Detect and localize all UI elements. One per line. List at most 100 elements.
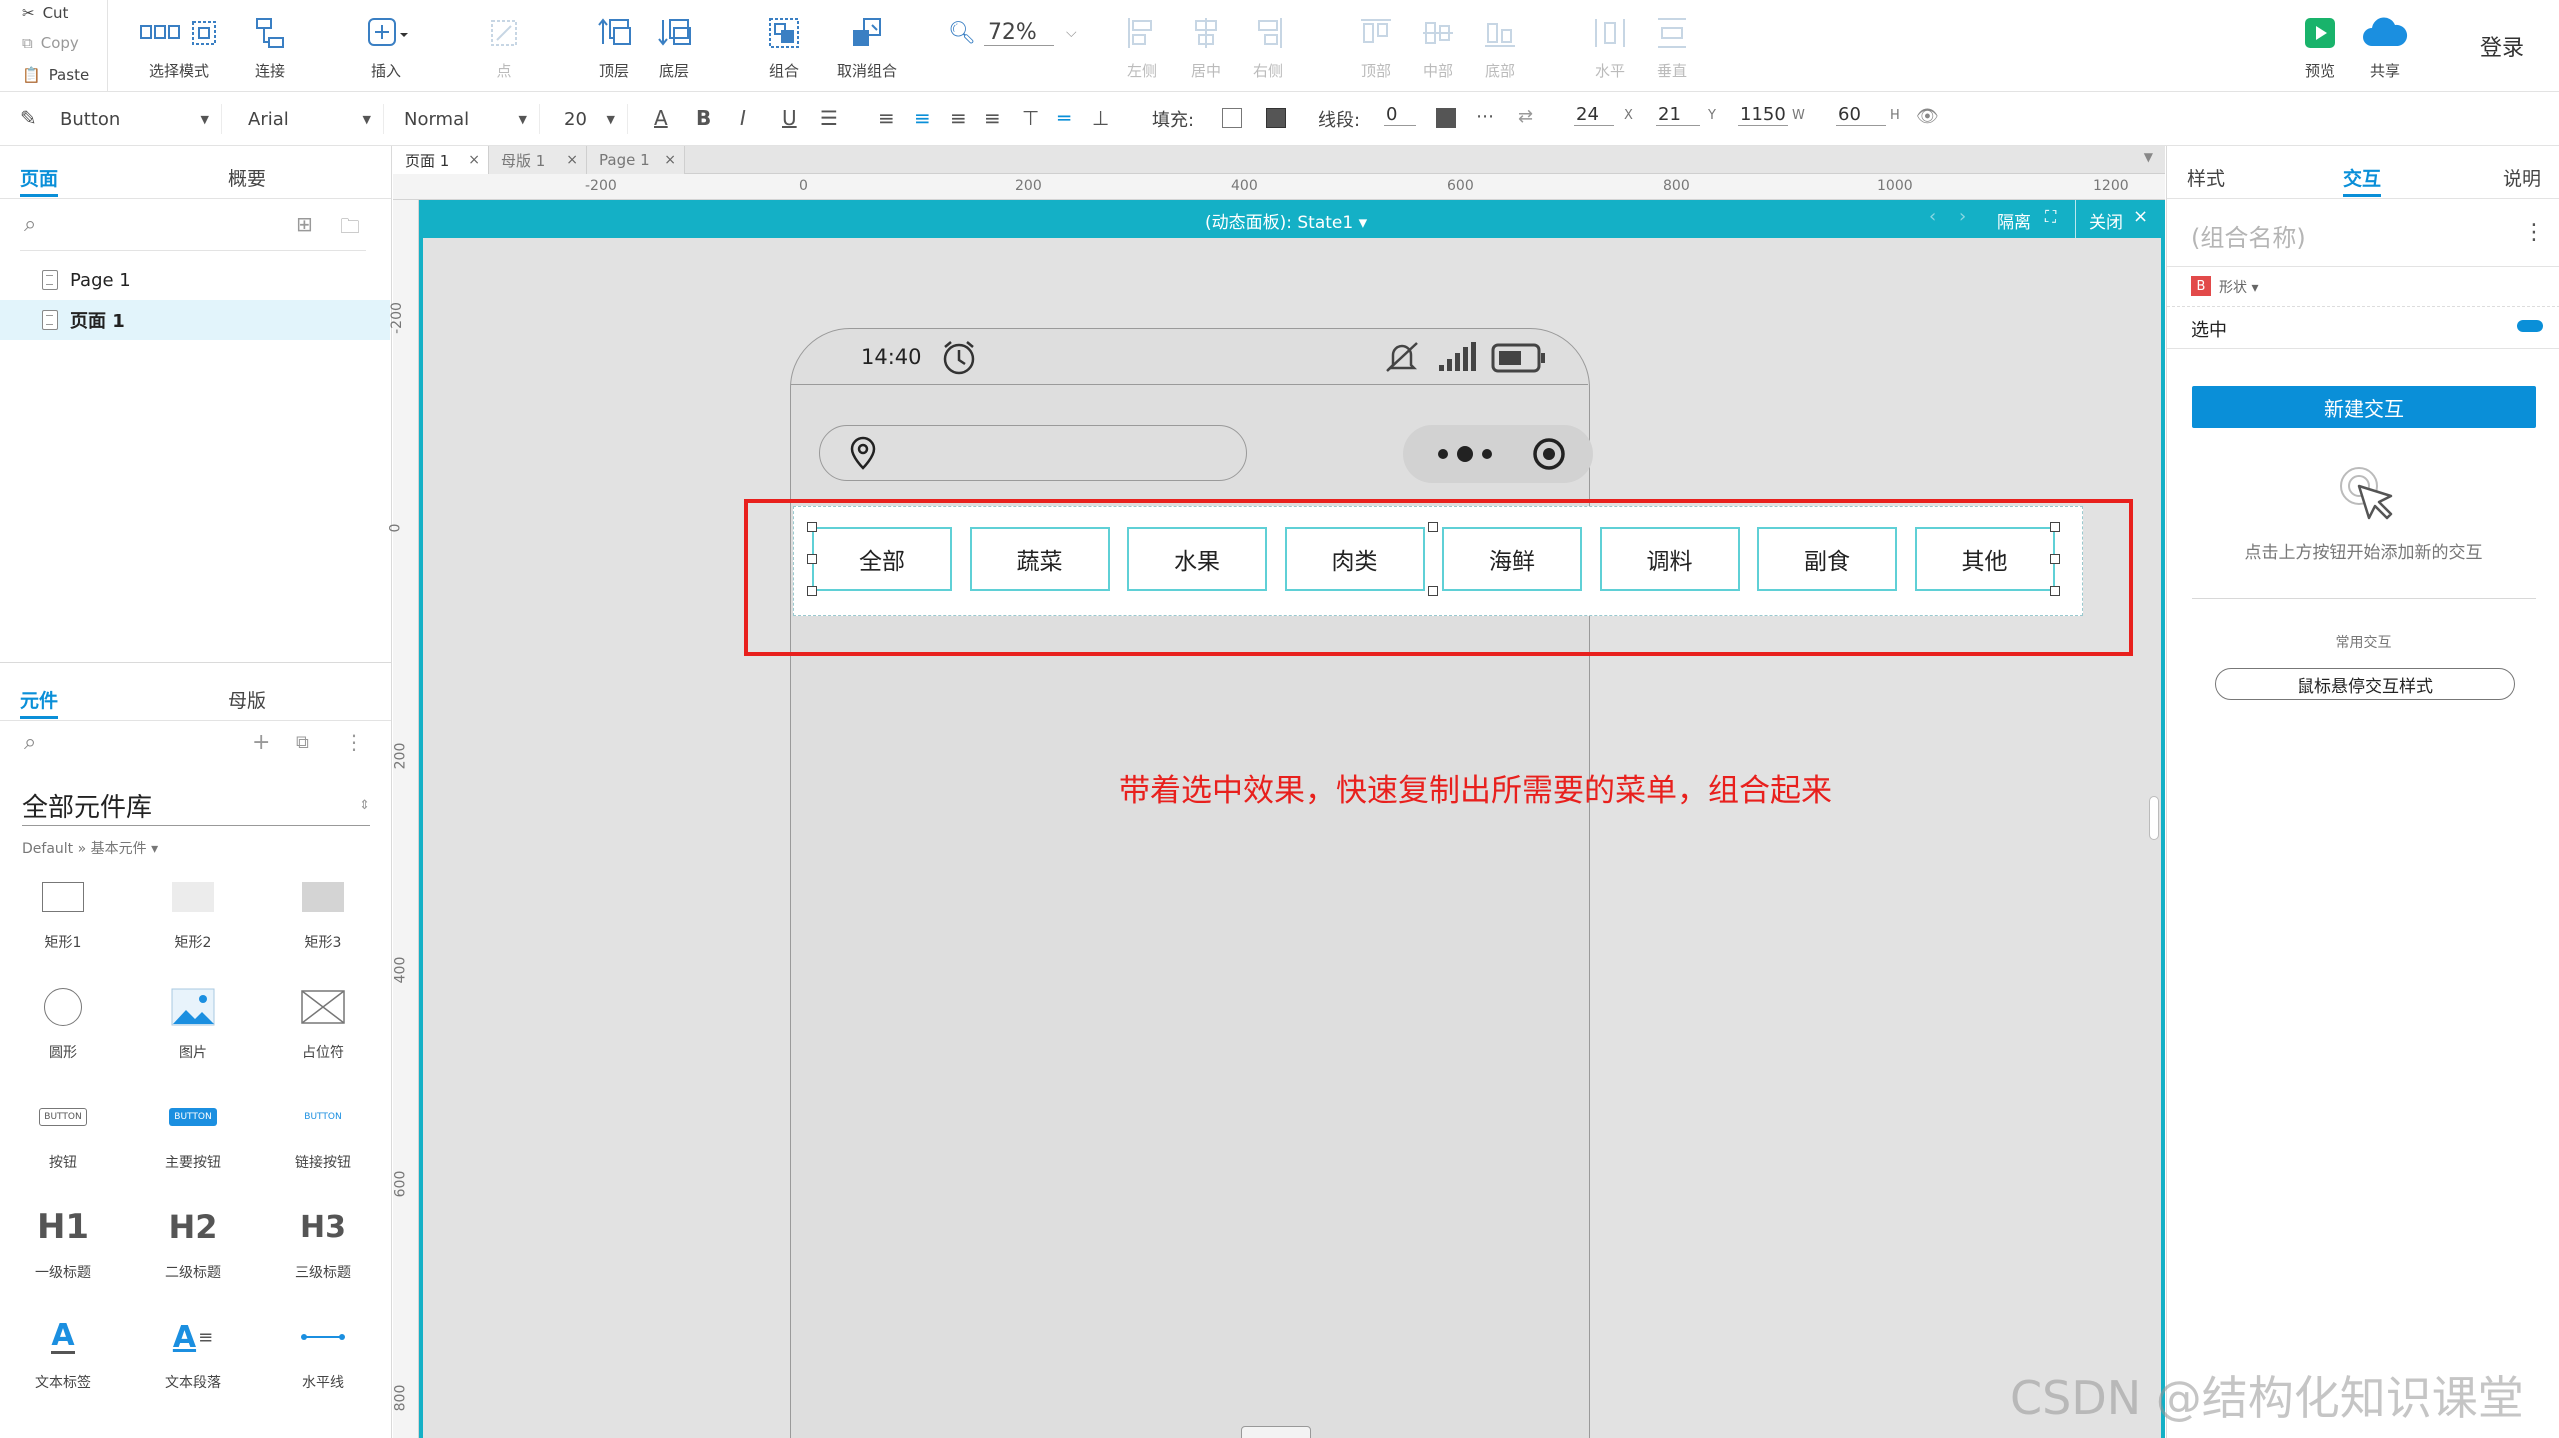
tab-outline[interactable]: 概要 (228, 164, 266, 191)
text-align-left-icon[interactable]: ≡ (878, 106, 895, 130)
paste-button[interactable]: 📋 Paste (22, 66, 89, 84)
selected-toggle[interactable] (2517, 320, 2543, 332)
align-left-button[interactable]: 左侧 (1112, 0, 1172, 92)
fill-color-swatch[interactable] (1222, 108, 1242, 128)
widget-primary-button[interactable]: BUTTON 主要按钮 (138, 1088, 248, 1172)
widget-text-label[interactable]: A 文本标签 (8, 1308, 118, 1392)
close-icon[interactable]: × (468, 152, 480, 168)
plus-icon[interactable]: + (252, 730, 270, 755)
insert-button[interactable]: 插入 (356, 0, 416, 92)
more-dots-icon[interactable] (1435, 439, 1501, 473)
arrow-style-icon[interactable]: ⇄ (1518, 106, 1533, 127)
hover-style-button[interactable]: 鼠标悬停交互样式 (2215, 668, 2515, 700)
tab-interaction[interactable]: 交互 (2343, 164, 2381, 191)
widget-placeholder[interactable]: 占位符 (268, 978, 378, 1062)
valign-top-icon[interactable]: ⊤ (1022, 106, 1039, 130)
location-search-bar[interactable] (819, 425, 1247, 481)
widget-rectangle2[interactable]: 矩形2 (138, 868, 248, 952)
share-button[interactable]: 共享 (2352, 0, 2418, 92)
close-icon[interactable]: × (664, 152, 676, 168)
search-icon[interactable]: ⌕ (24, 212, 36, 237)
bring-to-front-button[interactable]: 顶层 (584, 0, 644, 92)
group-button[interactable]: 组合 (754, 0, 814, 92)
widget-rectangle3[interactable]: 矩形3 (268, 868, 378, 952)
close-icon[interactable]: × (566, 152, 578, 168)
y-input[interactable]: 21 (1656, 104, 1700, 126)
tab-notes[interactable]: 说明 (2503, 164, 2541, 191)
tab-master1[interactable]: 母版 1 × (489, 146, 587, 174)
chevron-left-icon[interactable]: ‹ (1929, 206, 1936, 227)
add-page-icon[interactable]: ⊞ (296, 212, 313, 236)
tab-page1-en[interactable]: Page 1 × (587, 146, 685, 174)
login-button[interactable]: 登录 (2480, 30, 2524, 62)
text-justify-icon[interactable]: ≡ (984, 106, 1001, 130)
align-center-button[interactable]: 居中 (1176, 0, 1236, 92)
copy-button[interactable]: ⧉ Copy (22, 34, 79, 52)
height-input[interactable]: 60 (1836, 104, 1886, 126)
stroke-pattern-icon[interactable]: ⋯ (1476, 106, 1494, 127)
tab-masters[interactable]: 母版 (228, 686, 266, 713)
eye-icon[interactable]: 👁︎ (1916, 106, 1939, 127)
preview-button[interactable]: 预览 (2290, 0, 2350, 92)
mini-program-capsule[interactable] (1403, 425, 1593, 483)
tab-pages[interactable]: 页面 (20, 164, 58, 191)
distribute-horizontal-button[interactable]: 水平 (1580, 0, 1640, 92)
tab-page1[interactable]: 页面 1 × (393, 146, 489, 174)
more-vertical-icon[interactable]: ⋮ (344, 730, 364, 754)
library-select[interactable]: 全部元件库 ⇕ (22, 786, 370, 826)
bullet-list-icon[interactable]: ☰ (820, 106, 838, 130)
widget-heading2[interactable]: H2 二级标题 (138, 1198, 248, 1282)
text-align-center-icon[interactable]: ≡ (914, 106, 931, 130)
widget-button[interactable]: BUTTON 按钮 (8, 1088, 118, 1172)
new-interaction-button[interactable]: 新建交互 (2192, 386, 2536, 428)
canvas-scrollbar[interactable] (2149, 796, 2159, 840)
underline-icon[interactable]: U (782, 106, 797, 130)
dynamic-panel-state-select[interactable]: (动态面板): State1 ▾ (1205, 208, 1367, 233)
widget-circle[interactable]: 圆形 (8, 978, 118, 1062)
align-bottom-button[interactable]: 底部 (1470, 0, 1530, 92)
tab-style[interactable]: 样式 (2187, 164, 2225, 191)
design-canvas[interactable]: (动态面板): State1 ▾ ‹ › 隔离 ⛶ 关闭 × 14:40 全部 … (419, 200, 2165, 1438)
font-color-icon[interactable]: A (654, 106, 668, 130)
cut-button[interactable]: ✂ Cut (22, 4, 68, 22)
page-item-active[interactable]: 页面 1 (0, 300, 390, 340)
valign-bottom-icon[interactable]: ⊥ (1092, 106, 1109, 130)
widget-rectangle1[interactable]: 矩形1 (8, 868, 118, 952)
zoom-select[interactable]: 🔍︎ 72% ⌵ (948, 20, 1081, 46)
text-align-right-icon[interactable]: ≡ (950, 106, 967, 130)
group-name-input[interactable]: (组合名称) (2191, 218, 2306, 253)
search-icon[interactable]: ⌕ (24, 730, 36, 755)
isolate-button[interactable]: 隔离 (1997, 208, 2031, 233)
fill-shadow-swatch[interactable] (1266, 108, 1286, 128)
close-icon[interactable]: × (2133, 206, 2148, 227)
shape-select[interactable]: 形状 ▾ (2219, 277, 2258, 297)
connect-button[interactable]: 连接 (240, 0, 300, 92)
font-size-select[interactable]: 20 ▼ (564, 104, 628, 134)
send-to-back-button[interactable]: 底层 (644, 0, 704, 92)
align-middle-button[interactable]: 中部 (1408, 0, 1468, 92)
x-input[interactable]: 24 (1574, 104, 1614, 126)
width-input[interactable]: 1150 (1738, 104, 1788, 126)
widget-text-paragraph[interactable]: A ≡ 文本段落 (138, 1308, 248, 1392)
point-button[interactable]: 点 (474, 0, 534, 92)
widget-link-button[interactable]: BUTTON 链接按钮 (268, 1088, 378, 1172)
tab-widgets[interactable]: 元件 (20, 686, 58, 713)
font-weight-select[interactable]: Normal ▼ (404, 104, 540, 134)
close-panel-button[interactable]: 关闭 (2089, 208, 2123, 233)
stroke-color-swatch[interactable] (1436, 108, 1456, 128)
close-target-icon[interactable] (1531, 436, 1567, 476)
page-item-page1[interactable]: Page 1 (0, 260, 390, 300)
tabs-overflow-icon[interactable]: ▼ (2144, 150, 2153, 164)
widget-heading1[interactable]: H1 一级标题 (8, 1198, 118, 1282)
bold-icon[interactable]: B (696, 106, 711, 130)
align-top-button[interactable]: 顶部 (1346, 0, 1406, 92)
widget-horizontal-line[interactable]: 水平线 (268, 1308, 378, 1392)
add-folder-icon[interactable]: 🗀︎ (340, 212, 360, 246)
widget-style-select[interactable]: Button ▼ (60, 104, 222, 134)
chevron-right-icon[interactable]: › (1959, 206, 1966, 227)
italic-icon[interactable]: I (740, 106, 746, 130)
more-vertical-icon[interactable]: ⋮ (2523, 220, 2545, 245)
library-stack-icon[interactable]: ⧉ (296, 732, 309, 753)
stroke-width-input[interactable]: 0 (1384, 104, 1416, 126)
valign-middle-icon[interactable]: ═ (1058, 106, 1070, 130)
